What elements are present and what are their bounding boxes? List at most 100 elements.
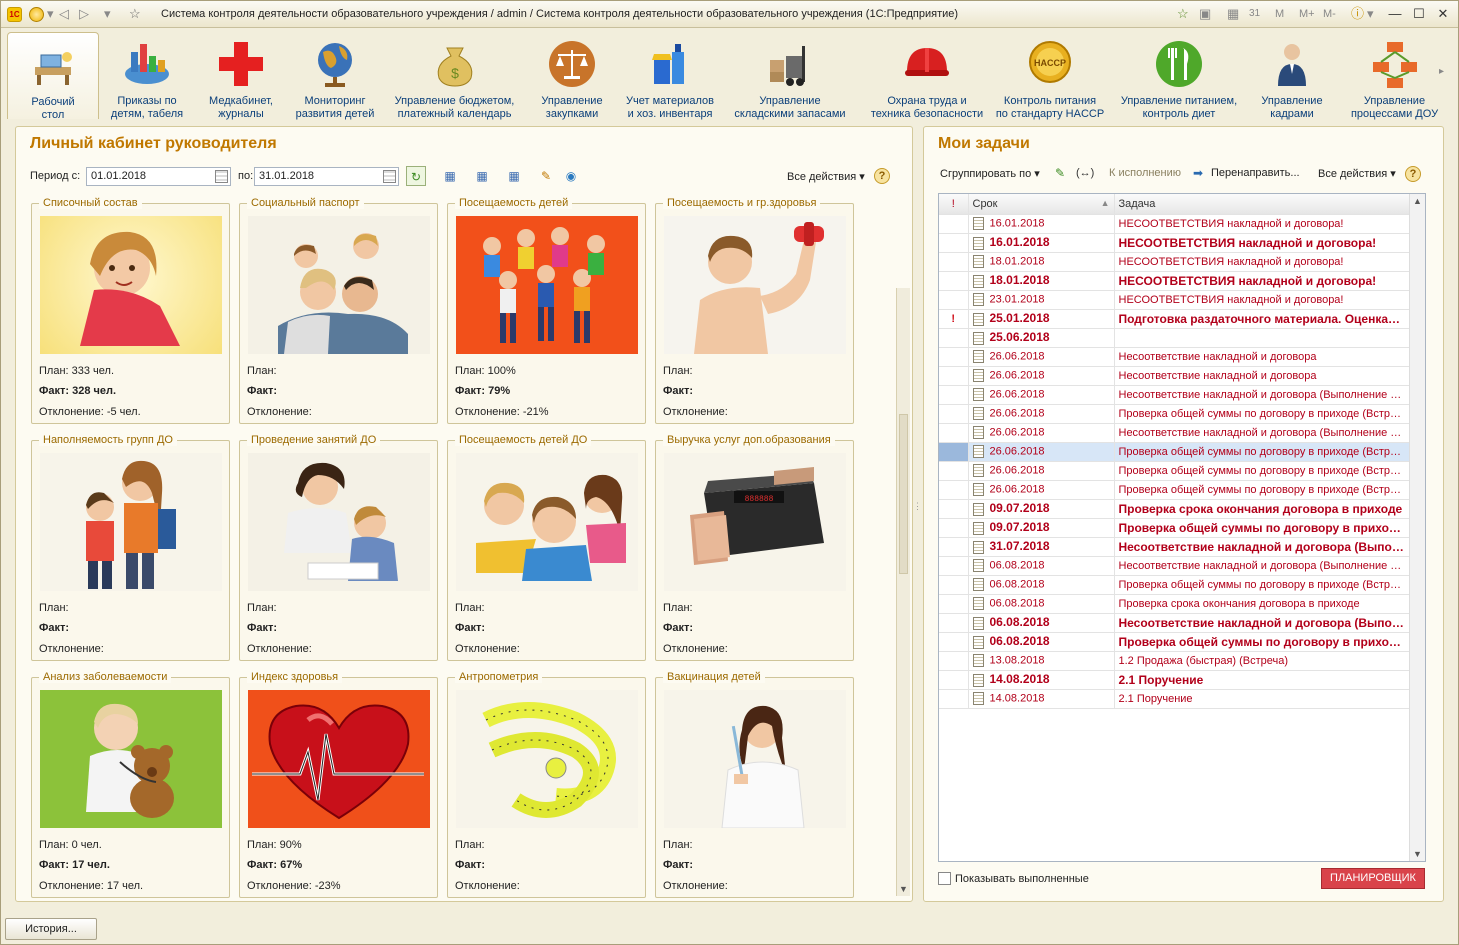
period-from-field[interactable]: 01.01.2018 [86,167,231,186]
calendar-icon[interactable]: 31 [1249,6,1260,22]
edit-icon[interactable]: ✎ [1055,166,1065,180]
table-row[interactable]: 31.07.2018 Несоответствие накладной и дог… [939,537,1410,557]
card-revenue[interactable]: Выручка услуг доп.образования 888888 Пла… [655,434,854,661]
show-completed-checkbox[interactable] [938,872,951,885]
table-row[interactable]: 16.01.2018 НЕСООТВЕТСТВИЯ накладной и дог… [939,214,1410,234]
history-button[interactable]: История... [5,918,97,940]
period-to-field[interactable]: 31.01.2018 [254,167,399,186]
group-by-menu[interactable]: Сгруппировать по ▾ [940,167,1040,180]
minimize-icon[interactable]: — [1384,5,1406,23]
section-safety[interactable]: Охрана труда и техника безопасности [859,32,995,120]
calculator-icon[interactable]: ▦ [1227,6,1239,22]
card-health-group[interactable]: Посещаемость и гр.здоровья План: Факт: О… [655,197,854,424]
table-row[interactable]: 26.06.2018 Несоответствие накладной и дог… [939,347,1410,367]
star-icon[interactable]: ☆ [129,6,141,22]
table-row[interactable]: 26.06.2018 Несоответствие накладной и дог… [939,366,1410,386]
table-row[interactable]: 06.08.2018 Несоответствие накладной и дог… [939,613,1410,633]
table-row[interactable]: 06.08.2018 Проверка срока окончания догов… [939,594,1410,614]
scrollbar-thumb[interactable] [899,414,908,574]
main-menu-icon[interactable] [29,7,44,22]
splitter-handle[interactable]: ⋮ [913,501,922,512]
close-icon[interactable]: ✕ [1432,5,1454,23]
memory-icon[interactable]: M [1275,6,1284,22]
table-row[interactable]: 06.08.2018 Несоответствие накладной и дог… [939,556,1410,576]
card-health-index[interactable]: Индекс здоровья План: 90% Факт: 67% Откл… [239,671,438,898]
doc-icon[interactable]: ▣ [1199,6,1211,22]
memory-plus-icon[interactable]: M+ [1299,6,1315,22]
period-month-icon[interactable]: ▦ [504,166,524,186]
to-execute-button[interactable]: К исполнению [1109,167,1181,179]
card-vaccination[interactable]: Вакцинация детей План: Факт: Отклонение: [655,671,854,898]
column-task[interactable]: Задача [1114,194,1410,215]
nav-dropdown-icon[interactable]: ▾ [104,6,111,22]
section-hr[interactable]: Управление кадрами [1247,32,1337,120]
sync-icon[interactable]: ◉ [561,166,581,186]
table-row[interactable]: 26.06.2018 Проверка общей суммы по догово… [939,404,1410,424]
card-morbidity[interactable]: Анализ заболеваемости План: 0 чел. Факт:… [31,671,230,898]
back-icon[interactable]: ◁ [59,6,69,22]
table-row[interactable]: 26.06.2018 Проверка общей суммы по догово… [939,461,1410,481]
help-icon[interactable]: ? [1405,166,1421,182]
table-row[interactable]: 14.08.2018 2.1 Поручение [939,689,1410,709]
all-actions-menu[interactable]: Все действия ▾ [787,170,865,183]
table-row[interactable]: 23.01.2018 НЕСООТВЕТСТВИЯ накладной и дог… [939,290,1410,310]
card-social-passport[interactable]: Социальный паспорт План: Факт: Отклонени… [239,197,438,424]
exchange-icon[interactable]: (↔) [1076,167,1094,179]
table-row[interactable]: 18.01.2018 НЕСООТВЕТСТВИЯ накладной и дог… [939,271,1410,291]
scroll-down-icon[interactable]: ▼ [1413,849,1422,859]
section-desktop[interactable]: Рабочий стол [7,32,99,121]
tasks-scrollbar[interactable]: ▲ ▼ [1409,194,1425,861]
table-row[interactable]: 26.06.2018 Несоответствие накладной и дог… [939,385,1410,405]
period-day-icon[interactable]: ▦ [440,166,460,186]
calendar-icon[interactable] [383,170,396,183]
redirect-icon[interactable]: ➡ [1193,166,1203,180]
card-classes[interactable]: Проведение занятий ДО План: Факт: Отклон… [239,434,438,661]
section-materials[interactable]: Учет материалов и хоз. инвентаря [621,32,719,120]
scroll-up-icon[interactable]: ▲ [1413,196,1422,206]
table-row[interactable]: 09.07.2018 Проверка срока окончания догов… [939,499,1410,519]
1c-logo-icon[interactable]: 1С [7,7,22,22]
scroll-down-icon[interactable]: ▼ [899,884,908,894]
info-dropdown-icon[interactable]: ▾ [1367,6,1374,22]
column-date[interactable]: Срок ▲ [968,194,1115,215]
edit-icon[interactable]: ✎ [536,166,556,186]
table-row[interactable]: 14.08.2018 2.1 Поручение [939,670,1410,690]
table-row[interactable]: 26.06.2018 Несоответствие накладной и дог… [939,423,1410,443]
info-icon[interactable]: ⓘ [1351,6,1364,22]
menu-dropdown-icon[interactable]: ▾ [47,6,54,22]
toolbar-scroll-right-icon[interactable]: ▸ [1439,66,1444,77]
table-row[interactable]: ! 25.01.2018 Подготовка раздаточного матер… [939,309,1410,329]
table-row[interactable]: 16.01.2018 НЕСООТВЕТСТВИЯ накладной и дог… [939,233,1410,253]
card-group-occupancy[interactable]: Наполняемость групп ДО План: Факт: Откло… [31,434,230,661]
forward-icon[interactable]: ▷ [79,6,89,22]
card-anthropometry[interactable]: Антропометрия План: Факт: Отклонение: [447,671,646,898]
section-nutrition[interactable]: Управление питанием, контроль диет [1115,32,1243,120]
refresh-icon[interactable]: ↻ [406,166,426,186]
section-haccp[interactable]: HACCP Контроль питания по стандарту HACCP [995,32,1105,120]
card-roster[interactable]: Списочный состав План: 333 чел. Факт: 32… [31,197,230,424]
period-week-icon[interactable]: ▦ [472,166,492,186]
table-row[interactable]: 25.06.2018 [939,328,1410,348]
maximize-icon[interactable]: ☐ [1408,5,1430,23]
section-medical[interactable]: Медкабинет, журналы [195,32,287,120]
calendar-icon[interactable] [215,170,228,183]
table-row[interactable]: 26.06.2018 Проверка общей суммы по догово… [939,480,1410,500]
cabinet-scrollbar[interactable]: ▼ [896,288,910,896]
memory-minus-icon[interactable]: M- [1323,6,1336,22]
card-attendance-do[interactable]: Посещаемость детей ДО План: Факт: Отклон… [447,434,646,661]
help-icon[interactable]: ? [874,168,890,184]
table-row[interactable]: 06.08.2018 Проверка общей суммы по догово… [939,575,1410,595]
favorite-icon[interactable]: ☆ [1177,6,1189,22]
section-monitoring[interactable]: Мониторинг развития детей [287,32,383,120]
section-purchases[interactable]: Управление закупками [527,32,617,120]
card-attendance[interactable]: Посещаемость детей План: 100% Факт: 79% … [447,197,646,424]
table-row[interactable]: 26.06.2018 Проверка общей суммы по догово… [939,442,1410,462]
section-budget[interactable]: $ Управление бюджетом, платежный календар… [387,32,522,120]
all-actions-menu[interactable]: Все действия ▾ [1318,167,1396,180]
table-row[interactable]: 09.07.2018 Проверка общей суммы по догово… [939,518,1410,538]
table-row[interactable]: 18.01.2018 НЕСООТВЕТСТВИЯ накладной и дог… [939,252,1410,272]
section-processes[interactable]: Управление процессами ДОУ [1347,32,1442,120]
planner-button[interactable]: ПЛАНИРОВЩИК [1321,868,1425,889]
redirect-button[interactable]: Перенаправить... [1211,167,1300,179]
table-row[interactable]: 13.08.2018 1.2 Продажа (быстрая) (Встреча… [939,651,1410,671]
